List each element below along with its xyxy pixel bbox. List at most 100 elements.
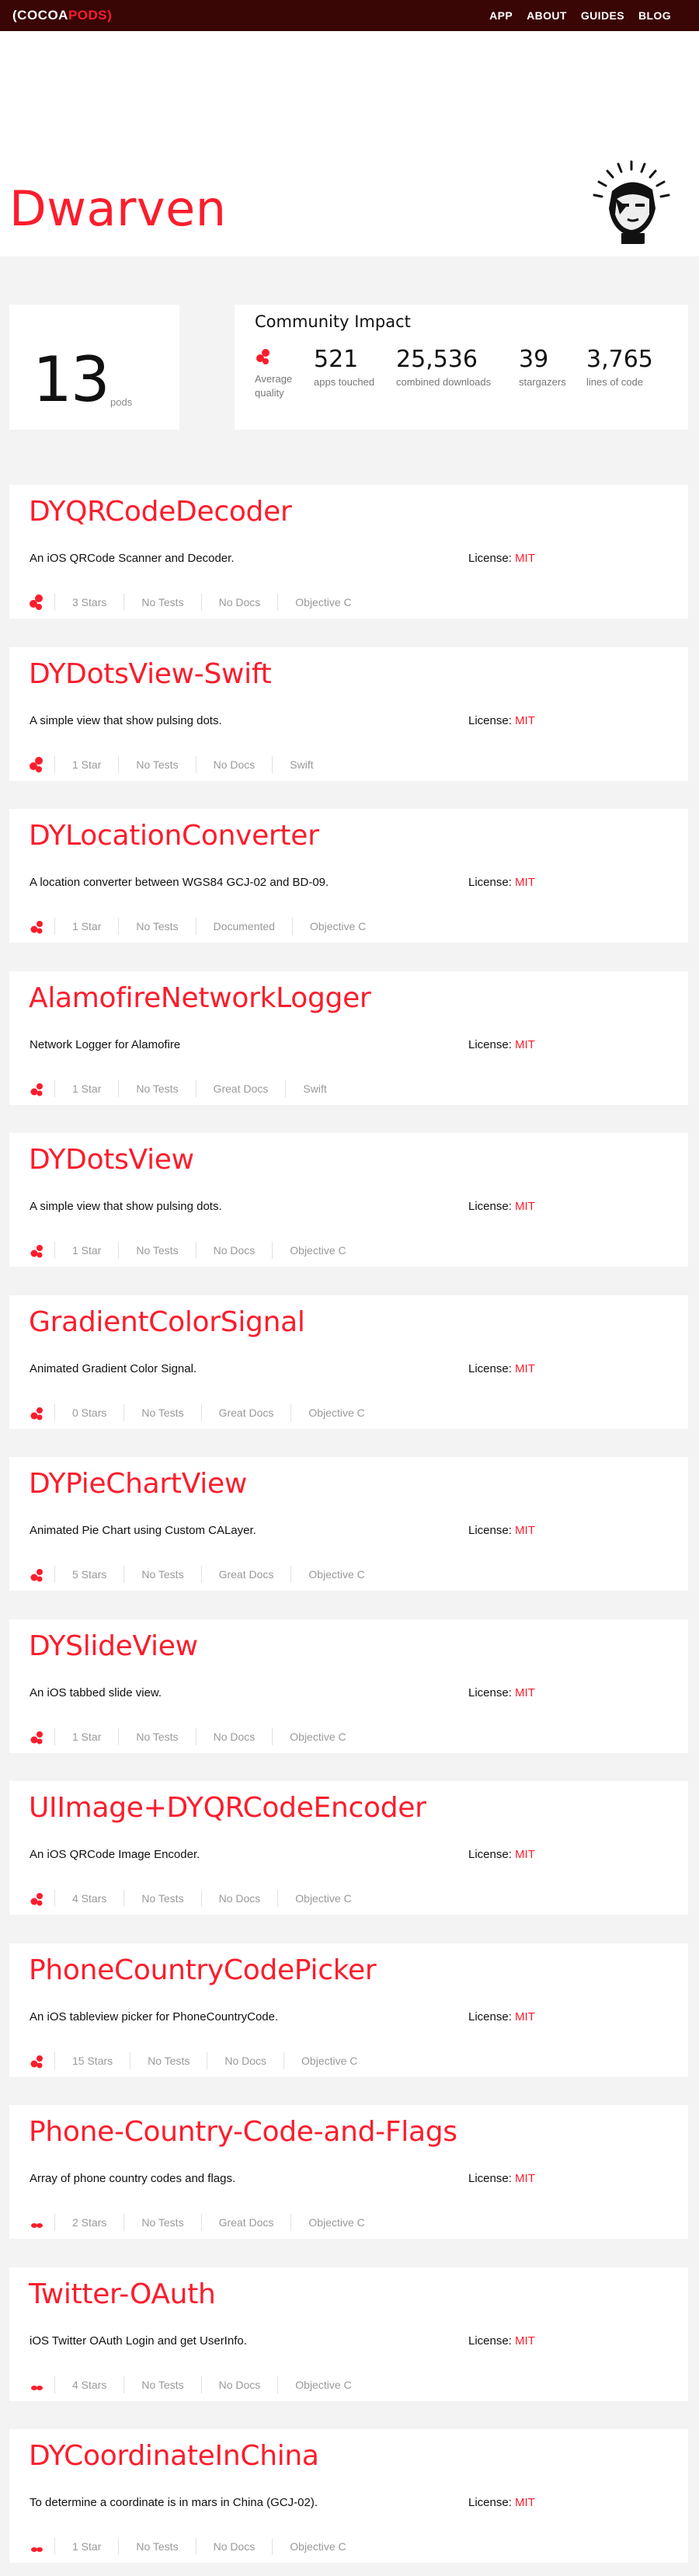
pod-stars: 1 Star xyxy=(54,2538,118,2555)
license-value-link[interactable]: MIT xyxy=(515,552,535,565)
license-value-link[interactable]: MIT xyxy=(515,2010,535,2024)
pod-name-link[interactable]: DYLocationConverter xyxy=(29,820,319,852)
pod-meta-row: 4 Stars No Tests No Docs Objective C xyxy=(28,2376,369,2393)
pod-docs: No Docs xyxy=(195,1728,273,1745)
profile-header: Dwarven xyxy=(0,31,699,256)
pod-language: Swift xyxy=(285,1080,343,1097)
pod-card: GradientColorSignal Animated Gradient Col… xyxy=(9,1295,688,1429)
pod-meta-row: 4 Stars No Tests No Docs Objective C xyxy=(28,1890,369,1907)
license-value-link[interactable]: MIT xyxy=(515,1362,535,1375)
pod-card: UIImage+DYQRCodeEncoder An iOS QRCode Ima… xyxy=(9,1781,688,1915)
pod-stars: 1 Star xyxy=(54,1728,118,1745)
license-value-link[interactable]: MIT xyxy=(515,1200,535,1213)
pod-docs: Great Docs xyxy=(200,2214,291,2231)
pod-name-link[interactable]: DYCoordinateInChina xyxy=(29,2440,319,2472)
pod-name-link[interactable]: DYPieChartView xyxy=(29,1468,247,1500)
pod-docs: No Docs xyxy=(195,1242,273,1259)
pod-stars: 3 Stars xyxy=(54,594,123,611)
pod-stars: 0 Stars xyxy=(54,1404,123,1421)
pod-docs: Great Docs xyxy=(200,1566,291,1583)
license-label: License: xyxy=(468,2172,512,2185)
pod-tests: No Tests xyxy=(118,918,195,935)
quality-indicator-icon xyxy=(28,2538,54,2555)
pod-meta-row: 0 Stars No Tests Great Docs Objective C xyxy=(28,1404,382,1421)
pod-name-link[interactable]: DYDotsView-Swift xyxy=(29,658,272,690)
pod-name-link[interactable]: UIImage+DYQRCodeEncoder xyxy=(29,1792,426,1824)
profile-name: Dwarven xyxy=(9,180,227,237)
pod-tests: No Tests xyxy=(123,1890,200,1907)
pod-name-link[interactable]: DYSlideView xyxy=(29,1630,198,1662)
pod-meta-row: 1 Star No Tests No Docs Swift xyxy=(28,756,331,773)
downloads-value: 25,536 xyxy=(396,346,478,373)
pod-meta-row: 3 Stars No Tests No Docs Objective C xyxy=(28,594,369,611)
average-quality-label: Average quality xyxy=(255,373,293,399)
license-value-link[interactable]: MIT xyxy=(515,1848,535,1861)
license-value-link[interactable]: MIT xyxy=(515,1524,535,1537)
avatar xyxy=(589,160,674,246)
pod-docs: No Docs xyxy=(200,1890,278,1907)
nav-link-guides[interactable]: GUIDES xyxy=(581,9,624,22)
pod-license: License: MIT xyxy=(468,876,535,889)
pod-name-link[interactable]: DYQRCodeDecoder xyxy=(29,496,292,528)
pod-language: Objective C xyxy=(290,1566,381,1583)
license-label: License: xyxy=(468,2010,512,2024)
pod-license: License: MIT xyxy=(468,1848,535,1861)
pods-count-card: 13 pods xyxy=(9,305,179,430)
pod-docs: No Docs xyxy=(200,2376,278,2393)
nav-link-blog[interactable]: BLOG xyxy=(638,9,671,22)
lines-of-code-value: 3,765 xyxy=(586,346,653,373)
license-value-link[interactable]: MIT xyxy=(515,2172,535,2185)
license-value-link[interactable]: MIT xyxy=(515,876,535,889)
license-value-link[interactable]: MIT xyxy=(515,1686,535,1699)
license-label: License: xyxy=(468,1200,512,1213)
pod-stars: 4 Stars xyxy=(54,2376,123,2393)
pod-name-link[interactable]: Twitter-OAuth xyxy=(29,2278,216,2310)
pod-license: License: MIT xyxy=(468,714,535,727)
pod-description: Animated Pie Chart using Custom CALayer. xyxy=(30,1524,256,1537)
average-quality: Average quality xyxy=(255,348,301,400)
cocoapods-logo[interactable]: (COCOAPODS) xyxy=(12,8,112,23)
pod-name-link[interactable]: GradientColorSignal xyxy=(29,1306,305,1338)
pod-meta-row: 1 Star No Tests No Docs Objective C xyxy=(28,1728,363,1745)
stargazers-label: stargazers xyxy=(519,376,566,388)
nav-link-app[interactable]: APP xyxy=(489,9,513,22)
quality-indicator-icon xyxy=(28,1566,54,1583)
pod-docs: Documented xyxy=(195,918,292,935)
stat-lines-of-code: 3,765 lines of code xyxy=(586,346,653,388)
pod-stars: 4 Stars xyxy=(54,1890,123,1907)
pod-license: License: MIT xyxy=(468,1686,535,1699)
pod-language: Objective C xyxy=(291,918,383,935)
pod-stars: 1 Star xyxy=(54,756,118,773)
license-value-link[interactable]: MIT xyxy=(515,714,535,727)
license-label: License: xyxy=(468,2496,512,2509)
pod-name-link[interactable]: DYDotsView xyxy=(29,1144,194,1176)
pod-tests: No Tests xyxy=(118,2538,195,2555)
pod-docs: Great Docs xyxy=(200,1404,291,1421)
pod-name-link[interactable]: Phone-Country-Code-and-Flags xyxy=(29,2116,457,2148)
pod-language: Objective C xyxy=(272,2538,363,2555)
pod-card: DYDotsView-Swift A simple view that show … xyxy=(9,647,688,781)
nav-link-about[interactable]: ABOUT xyxy=(527,9,567,22)
pod-docs: Great Docs xyxy=(195,1080,286,1097)
pod-tests: No Tests xyxy=(118,1242,195,1259)
license-label: License: xyxy=(468,1686,512,1699)
pod-tests: No Tests xyxy=(123,1404,200,1421)
top-navbar: (COCOAPODS) APP ABOUT GUIDES BLOG xyxy=(0,0,699,31)
pod-name-link[interactable]: AlamofireNetworkLogger xyxy=(29,982,371,1014)
pod-description: Animated Gradient Color Signal. xyxy=(30,1362,197,1375)
pod-name-link[interactable]: PhoneCountryCodePicker xyxy=(29,1954,377,1986)
license-value-link[interactable]: MIT xyxy=(515,2496,535,2509)
stat-stargazers: 39 stargazers xyxy=(519,346,566,388)
community-impact-card: Community Impact Average quality 521 app… xyxy=(235,305,688,430)
license-value-link[interactable]: MIT xyxy=(515,2334,535,2348)
pod-tests: No Tests xyxy=(123,2214,200,2231)
license-label: License: xyxy=(468,2334,512,2348)
license-label: License: xyxy=(468,1362,512,1375)
pod-stars: 15 Stars xyxy=(54,2052,130,2069)
pod-license: License: MIT xyxy=(468,1524,535,1537)
pod-docs: No Docs xyxy=(195,2538,273,2555)
pod-stars: 1 Star xyxy=(54,1080,118,1097)
pod-description: To determine a coordinate is in mars in … xyxy=(30,2496,318,2509)
apps-touched-label: apps touched xyxy=(314,376,375,388)
license-value-link[interactable]: MIT xyxy=(515,1038,535,1051)
